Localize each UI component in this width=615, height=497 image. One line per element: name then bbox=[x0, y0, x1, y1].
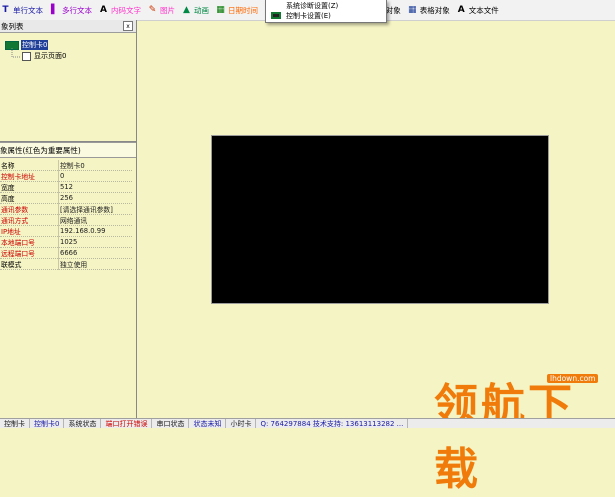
close-icon[interactable]: x bbox=[123, 21, 133, 31]
font-a-icon: A bbox=[100, 5, 107, 15]
property-value[interactable]: 独立使用 bbox=[58, 258, 132, 270]
card-settings-icon bbox=[266, 12, 286, 19]
tb-label: 动画 bbox=[194, 5, 209, 15]
tb-label: 表格对象 bbox=[419, 5, 450, 15]
property-row[interactable]: 高度 256 bbox=[0, 192, 132, 204]
property-row[interactable]: 通讯参数 [请选择通讯参数] bbox=[0, 203, 132, 215]
property-key: 联模式 bbox=[0, 258, 59, 270]
tb-label: 内码文字 bbox=[111, 5, 141, 15]
property-row[interactable]: 通讯方式 网络通讯 bbox=[0, 214, 132, 226]
tb-table-object[interactable]: ▦ 表格对象 bbox=[407, 5, 450, 16]
property-value[interactable]: 6666 bbox=[58, 247, 132, 259]
font-a-icon: A bbox=[457, 5, 465, 15]
menu-item-label: 控制卡设置(E) bbox=[286, 11, 331, 20]
tb-label: 日期时间 bbox=[228, 5, 258, 15]
tb-label: 图片 bbox=[160, 5, 175, 15]
property-row[interactable]: IP地址 192.168.0.99 bbox=[0, 225, 132, 237]
property-row[interactable]: 本地端口号 1025 bbox=[0, 236, 132, 248]
tree-node-label: 控制卡0 bbox=[21, 40, 49, 50]
properties-header: 象属性(红色为重要属性) bbox=[0, 142, 136, 158]
left-panel: 象列表 x 控制卡0 显示页面0 象属性(红色为重要属性) 名称 控制卡0 控制卡地… bbox=[0, 20, 137, 418]
tb-internal-code-text[interactable]: A 内码文字 bbox=[98, 5, 141, 16]
display-preview-canvas[interactable] bbox=[211, 135, 549, 304]
tb-animation[interactable]: ▲ 动画 bbox=[181, 5, 209, 16]
properties-title: 象属性(红色为重要属性) bbox=[0, 145, 81, 155]
tree-connector bbox=[11, 48, 20, 58]
tb-label: 多行文本 bbox=[62, 5, 92, 15]
text-t-icon: T bbox=[2, 5, 9, 15]
tree-node-page0[interactable]: 显示页面0 bbox=[22, 51, 66, 61]
property-key: 远程端口号 bbox=[0, 247, 59, 259]
tb-datetime[interactable]: ▦ 日期时间 bbox=[215, 5, 258, 16]
property-key: IP地址 bbox=[0, 225, 59, 237]
tree-node-label: 显示页面0 bbox=[34, 52, 67, 60]
settings-dropdown-menu: 系统诊断设置(Z) 控制卡设置(E) bbox=[265, 0, 387, 23]
property-key: 通讯参数 bbox=[0, 203, 59, 215]
property-row[interactable]: 远程端口号 6666 bbox=[0, 247, 132, 259]
animation-icon: ▲ bbox=[183, 5, 190, 15]
display-page-icon bbox=[22, 51, 31, 61]
property-key: 本地端口号 bbox=[0, 236, 59, 248]
property-value[interactable]: 1025 bbox=[58, 236, 132, 248]
property-value[interactable]: 256 bbox=[58, 192, 132, 204]
property-value[interactable]: [请选择通讯参数] bbox=[58, 203, 132, 215]
property-row[interactable]: 控制卡地址 0 bbox=[0, 170, 132, 182]
property-key: 控制卡地址 bbox=[0, 170, 59, 182]
object-list-title: 象列表 bbox=[1, 21, 24, 31]
tb-text-file[interactable]: A 文本文件 bbox=[456, 5, 499, 16]
property-key: 名称 bbox=[0, 160, 59, 171]
property-key: 高度 bbox=[0, 192, 59, 204]
tb-single-line-text[interactable]: T 单行文本 bbox=[0, 5, 43, 16]
tb-label: 单行文本 bbox=[13, 5, 43, 15]
property-row[interactable]: 联模式 独立使用 bbox=[0, 258, 132, 270]
property-row[interactable]: 名称 控制卡0 bbox=[0, 160, 132, 171]
property-value[interactable]: 控制卡0 bbox=[58, 160, 132, 171]
properties-table: 名称 控制卡0 控制卡地址 0 宽度 512 高度 256 通讯参数 [请选择通讯参数] 通讯方式网… bbox=[0, 160, 132, 270]
calendar-icon: ▦ bbox=[216, 5, 225, 15]
table-icon: ▦ bbox=[408, 5, 417, 15]
property-row[interactable]: 宽度 512 bbox=[0, 181, 132, 193]
property-value[interactable]: 192.168.0.99 bbox=[58, 225, 132, 237]
property-value[interactable]: 网络通讯 bbox=[58, 214, 132, 226]
object-tree: 控制卡0 显示页面0 bbox=[0, 33, 136, 142]
menu-item-label: 系统诊断设置(Z) bbox=[286, 1, 339, 10]
tb-image[interactable]: ✎ 图片 bbox=[147, 5, 175, 16]
property-value[interactable]: 0 bbox=[58, 170, 132, 182]
watermark-logo: 领航下载 bbox=[434, 380, 575, 495]
image-icon: ✎ bbox=[148, 5, 157, 15]
watermark-url: lhdown.com bbox=[547, 374, 599, 383]
tb-label: 文本文件 bbox=[468, 5, 499, 15]
tb-multi-line-text[interactable]: ▌ 多行文本 bbox=[49, 5, 92, 16]
object-list-header: 象列表 x bbox=[0, 20, 136, 33]
menu-item-card-settings[interactable]: 控制卡设置(E) bbox=[266, 10, 386, 21]
property-key: 宽度 bbox=[0, 181, 59, 193]
property-key: 通讯方式 bbox=[0, 214, 59, 226]
property-value[interactable]: 512 bbox=[58, 181, 132, 193]
multiline-text-icon: ▌ bbox=[51, 5, 58, 15]
